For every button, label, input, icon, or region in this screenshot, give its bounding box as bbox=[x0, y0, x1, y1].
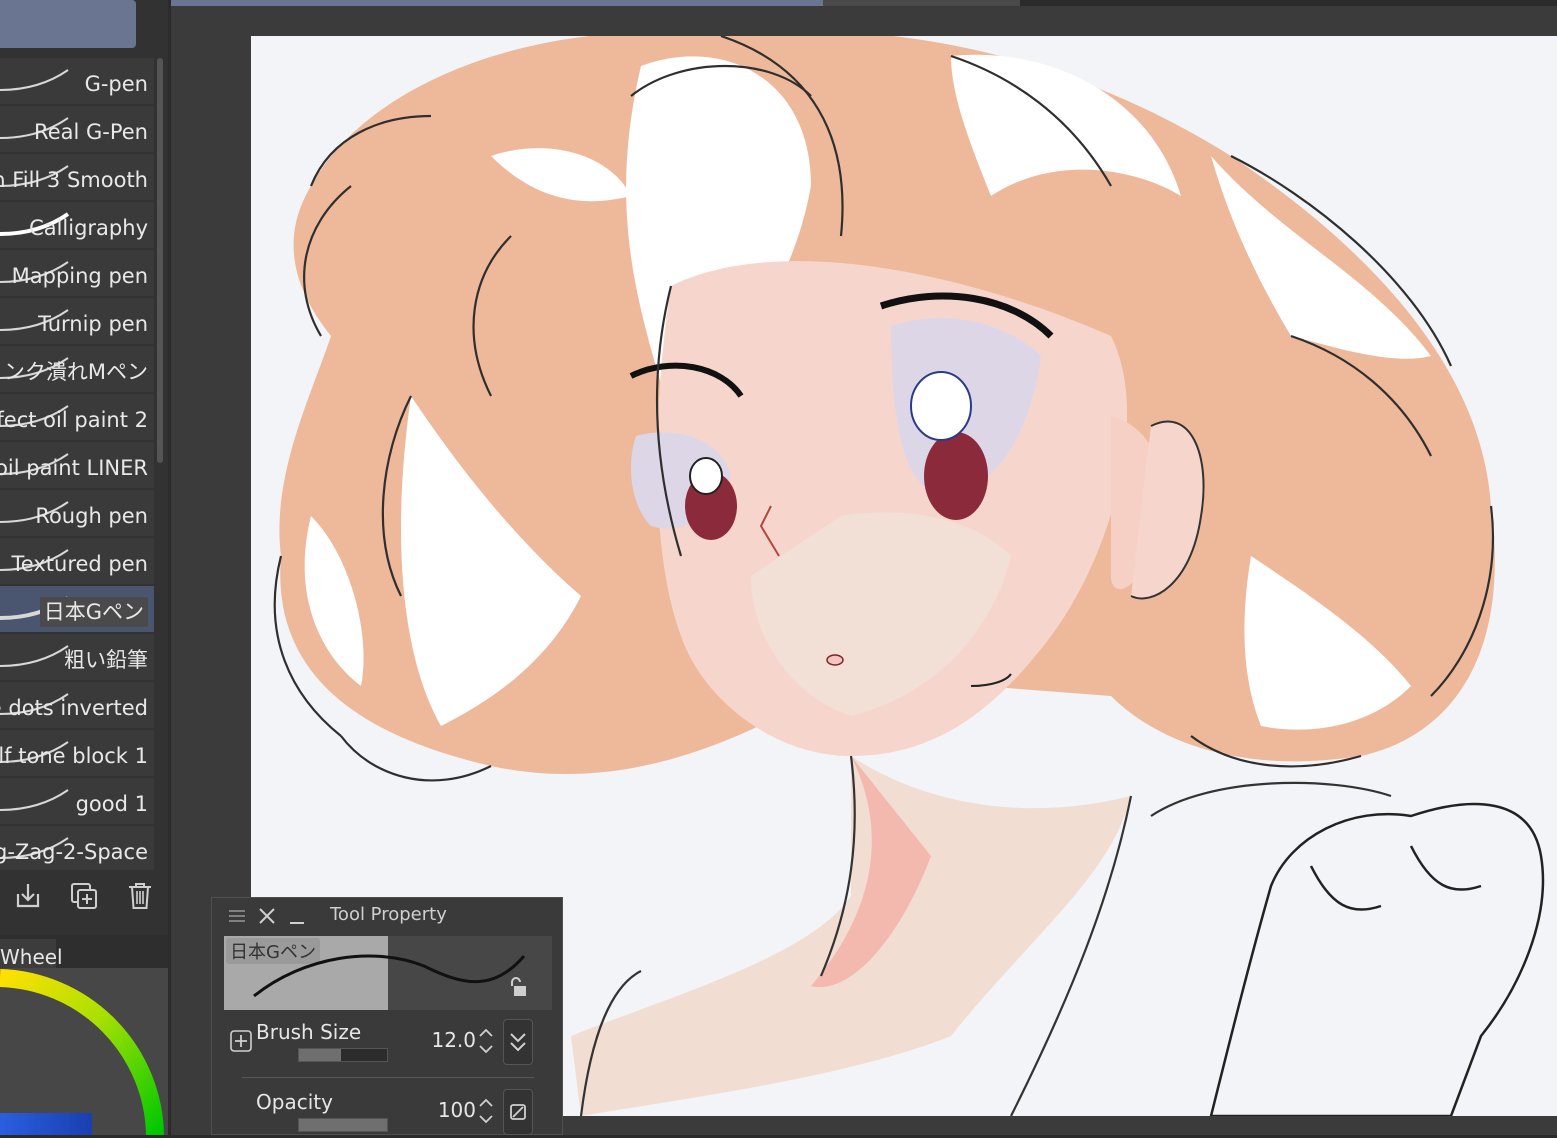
brush-size-slider-fill bbox=[299, 1049, 342, 1061]
menu-icon[interactable] bbox=[228, 908, 246, 928]
opacity-setting-button[interactable] bbox=[503, 1089, 533, 1135]
duplicate-icon[interactable] bbox=[68, 880, 100, 912]
brush-list-item[interactable]: Calligraphy bbox=[0, 202, 154, 248]
mouth bbox=[826, 654, 844, 666]
lock-icon[interactable] bbox=[508, 976, 530, 1002]
tab-color-wheel-label: Wheel bbox=[0, 945, 63, 969]
brush-list-item-label: ne dots inverted bbox=[0, 696, 148, 720]
brush-size-spinner-icon[interactable] bbox=[478, 1026, 494, 1056]
close-icon[interactable] bbox=[258, 907, 276, 929]
divider bbox=[242, 1077, 534, 1078]
brush-size-value[interactable]: 12.0 bbox=[412, 1028, 476, 1052]
brush-list-item-label: Calligraphy bbox=[29, 216, 148, 240]
opacity-value[interactable]: 100 bbox=[412, 1098, 476, 1122]
brush-list-item[interactable]: 日本Gペン bbox=[0, 586, 154, 632]
brush-list-item-label: Turnip pen bbox=[38, 312, 148, 336]
brush-stroke-preview bbox=[0, 69, 69, 91]
brush-list-item-label: half tone block 1 bbox=[0, 744, 148, 768]
brush-list-item-label: G-pen bbox=[84, 72, 148, 96]
tool-property-titlebar[interactable]: Tool Property bbox=[212, 898, 562, 932]
tool-property-title: Tool Property bbox=[330, 904, 447, 925]
brush-list-item[interactable]: Turnip pen bbox=[0, 298, 154, 344]
brush-list-item-label: ンク潰れMペン bbox=[3, 360, 148, 384]
brush-size-label: Brush Size bbox=[256, 1020, 362, 1044]
brush-list-item[interactable]: G-pen bbox=[0, 58, 154, 104]
brush-list-item[interactable]: Rough pen bbox=[0, 490, 154, 536]
brush-list-item-label: t oil paint LINER bbox=[0, 456, 148, 480]
panel-header[interactable] bbox=[0, 0, 136, 48]
color-panel: Wheel bbox=[0, 935, 168, 1135]
brush-list-item[interactable]: Mapping pen bbox=[0, 250, 154, 296]
brush-list-item-label: Real G-Pen bbox=[34, 120, 148, 144]
tool-property-panel: Tool Property 日本Gペン Brush Size 12.0 Opac… bbox=[211, 897, 563, 1135]
brush-list-item[interactable]: ne dots inverted bbox=[0, 682, 154, 728]
brush-list-item-label: 日本Gペン bbox=[39, 597, 148, 627]
brush-list-item-label: erfect oil paint 2 bbox=[0, 408, 148, 432]
expand-icon[interactable] bbox=[230, 1030, 252, 1056]
brush-list-item[interactable]: t oil paint LINER bbox=[0, 442, 154, 488]
color-wheel[interactable] bbox=[0, 968, 168, 1135]
download-icon[interactable] bbox=[12, 880, 44, 912]
brush-list-item[interactable]: Real G-Pen bbox=[0, 106, 154, 152]
brush-size-pressure-button[interactable] bbox=[503, 1019, 533, 1065]
brush-list-item-label: Textured pen bbox=[11, 552, 148, 576]
brush-list-item[interactable]: good 1 bbox=[0, 778, 154, 824]
trash-icon[interactable] bbox=[124, 880, 156, 912]
brush-list-scrollbar[interactable] bbox=[157, 58, 163, 463]
brush-list-item[interactable]: g-Zag-2-Space bbox=[0, 826, 154, 870]
brush-list-item-label: en Fill 3 Smooth bbox=[0, 168, 148, 192]
opacity-label: Opacity bbox=[256, 1090, 333, 1114]
brush-list-item[interactable]: Textured pen bbox=[0, 538, 154, 584]
brush-list-item-label: g-Zag-2-Space bbox=[0, 840, 148, 864]
brush-list-item-label: good 1 bbox=[75, 792, 148, 816]
brush-list-item-label: Rough pen bbox=[35, 504, 148, 528]
brush-list: G-pen Real G-Pen en Fill 3 Smooth Calligrap… bbox=[0, 58, 154, 870]
brush-preview[interactable]: 日本Gペン bbox=[224, 936, 552, 1010]
minimize-icon[interactable] bbox=[288, 907, 306, 929]
opacity-slider[interactable] bbox=[298, 1118, 388, 1132]
brush-list-item[interactable]: erfect oil paint 2 bbox=[0, 394, 154, 440]
opacity-spinner-icon[interactable] bbox=[478, 1096, 494, 1126]
brush-list-item[interactable]: en Fill 3 Smooth bbox=[0, 154, 154, 200]
brush-list-item[interactable]: half tone block 1 bbox=[0, 730, 154, 776]
brush-list-item[interactable]: 粗い鉛筆 bbox=[0, 634, 154, 680]
brush-list-item[interactable]: ンク潰れMペン bbox=[0, 346, 154, 392]
brush-list-item-label: 粗い鉛筆 bbox=[64, 648, 148, 672]
opacity-slider-fill bbox=[299, 1119, 387, 1131]
brush-panel: G-pen Real G-Pen en Fill 3 Smooth Calligrap… bbox=[0, 0, 168, 935]
tab-color-wheel[interactable]: Wheel bbox=[0, 939, 63, 971]
brush-size-slider[interactable] bbox=[298, 1048, 388, 1062]
brush-list-item-label: Mapping pen bbox=[11, 264, 148, 288]
brush-actions bbox=[0, 872, 168, 920]
hand-lineart bbox=[1209, 802, 1545, 1116]
